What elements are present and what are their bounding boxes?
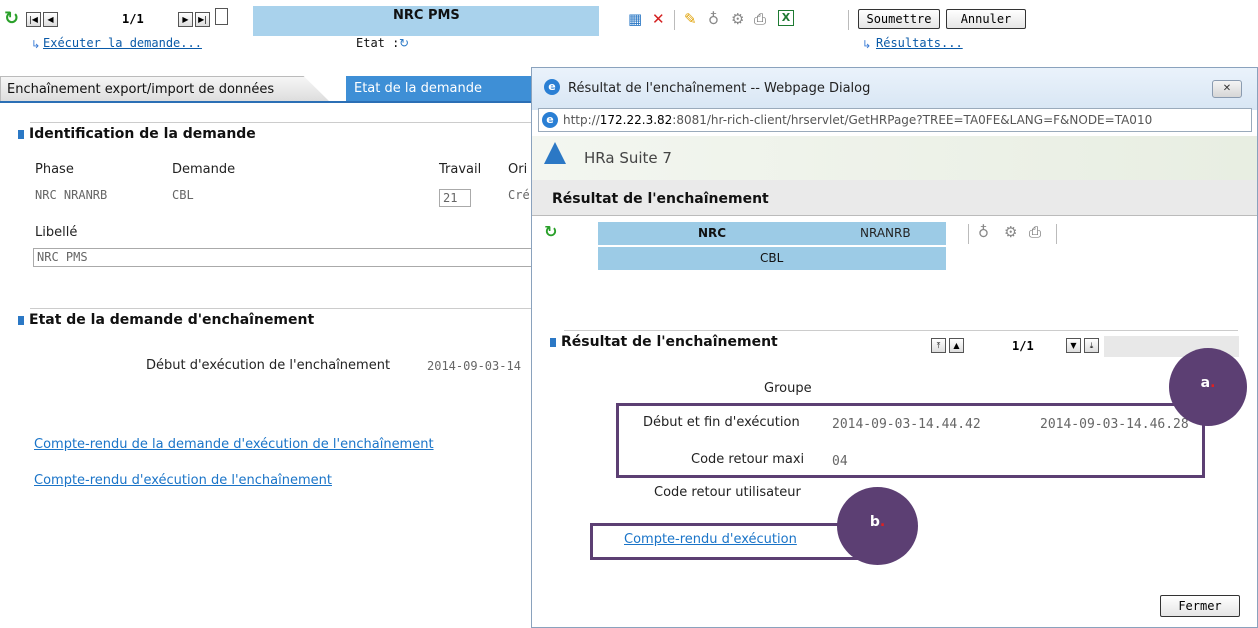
settings-icon[interactable]: ⚙: [731, 10, 744, 28]
address-bar[interactable]: e http://172.22.3.82:8081/hr-rich-client…: [538, 108, 1252, 132]
demande-label: Demande: [172, 162, 236, 177]
band-cbl: CBL: [760, 251, 784, 265]
separator: [968, 224, 969, 244]
band-nrc: NRC: [698, 226, 727, 240]
prev-page-button[interactable]: ▲: [949, 338, 964, 353]
section-bullet-icon: [550, 338, 556, 347]
report-execution-link[interactable]: Compte-rendu d'exécution de l'enchaîneme…: [34, 473, 332, 488]
submit-button[interactable]: Soumettre: [858, 9, 940, 29]
settings-icon[interactable]: ⚙: [1004, 223, 1017, 241]
section-bullet-icon: [18, 130, 24, 139]
tab-label: Etat de la demande: [354, 81, 482, 96]
result-section-title: Résultat de l'enchaînement: [550, 334, 778, 350]
brand-header: HRa Suite 7: [532, 136, 1257, 180]
results-link[interactable]: Résultats...: [876, 36, 963, 50]
section-rule: [564, 330, 1238, 331]
last-page-button[interactable]: ⤓: [1084, 338, 1099, 353]
title-band: NRC PMS: [253, 6, 599, 36]
ie-address-icon: e: [542, 112, 558, 128]
first-page-button[interactable]: |◀: [26, 12, 41, 27]
delete-icon[interactable]: ✕: [652, 10, 665, 28]
state-label: Etat :: [356, 36, 400, 50]
new-document-icon[interactable]: [215, 8, 228, 25]
phase-label: Phase: [35, 162, 74, 177]
dialog-titlebar: e Résultat de l'enchaînement -- Webpage …: [532, 68, 1257, 110]
highlight-box-a: [616, 403, 1205, 478]
magic-wand-icon[interactable]: ✎: [684, 10, 697, 28]
etat-title: Etat de la demande d'enchaînement: [18, 312, 314, 328]
url-text: http://172.22.3.82:8081/hr-rich-client/h…: [563, 113, 1153, 127]
phase-value: NRC NRANRB: [35, 188, 108, 202]
debut-value: 2014-09-03-14: [427, 359, 521, 373]
tab-label: Enchaînement export/import de données: [7, 82, 275, 97]
tab-export-import[interactable]: Enchaînement export/import de données: [0, 76, 330, 102]
travail-field: 21: [439, 189, 471, 207]
page-indicator: 1/1: [122, 12, 144, 26]
groupe-label: Groupe: [764, 381, 812, 396]
main-toolbar: ↻ |◀ ◀ 1/1 ▶ ▶| NRC PMS ▦ ✕ ✎ ♁ ⚙ ⎙ X So…: [0, 0, 1258, 72]
prev-page-button[interactable]: ◀: [43, 12, 58, 27]
section-rule: [30, 308, 531, 309]
refresh-icon[interactable]: ↻: [4, 8, 19, 29]
separator: [1056, 224, 1057, 244]
results-arrow-icon: ↳: [862, 38, 872, 51]
next-page-button[interactable]: ▼: [1066, 338, 1081, 353]
section-rule: [30, 122, 531, 123]
dialog-close-icon[interactable]: ✕: [1212, 80, 1242, 98]
libelle-label: Libellé: [35, 225, 78, 240]
travail-label: Travail: [439, 162, 482, 177]
cancel-button[interactable]: Annuler: [946, 9, 1026, 29]
lightbulb-icon[interactable]: ♁: [708, 10, 719, 28]
dialog-header: Résultat de l'enchaînement: [532, 180, 1257, 216]
dialog-title: Résultat de l'enchaînement -- Webpage Di…: [568, 81, 871, 96]
origin-label: Ori: [508, 162, 528, 177]
demande-value: CBL: [172, 188, 194, 202]
execute-arrow-icon: ↳: [31, 38, 41, 51]
tab-underline: [0, 101, 531, 103]
close-button[interactable]: Fermer: [1160, 595, 1240, 617]
tab-etat-demande[interactable]: Etat de la demande: [346, 76, 531, 102]
debut-label: Début d'exécution de l'enchaînement: [146, 358, 391, 373]
brand-name: HRa Suite 7: [584, 149, 672, 167]
info-band: NRC NRANRB CBL: [598, 222, 946, 270]
state-refresh-icon: ↻: [399, 36, 410, 50]
dialog-refresh-icon[interactable]: ↻: [544, 222, 557, 241]
pager-indicator: 1/1: [1012, 339, 1034, 353]
origin-value: Cré: [508, 188, 530, 202]
section-bullet-icon: [18, 316, 24, 325]
excel-icon[interactable]: X: [778, 10, 794, 26]
annotation-b: b.: [837, 487, 918, 565]
annotation-a: a.: [1169, 348, 1247, 426]
band-nranrb: NRANRB: [860, 226, 911, 240]
libelle-field[interactable]: NRC PMS: [33, 248, 533, 267]
record-title: NRC PMS: [393, 8, 460, 23]
lightbulb-icon[interactable]: ♁: [978, 223, 989, 241]
next-page-button[interactable]: ▶: [178, 12, 193, 27]
result-dialog: e Résultat de l'enchaînement -- Webpage …: [531, 67, 1258, 628]
code-retour-user-label: Code retour utilisateur: [654, 485, 801, 500]
brand-logo-icon: [544, 142, 566, 164]
ie-icon: e: [544, 79, 560, 95]
dialog-header-title: Résultat de l'enchaînement: [552, 191, 769, 207]
execute-link[interactable]: Exécuter la demande...: [43, 36, 202, 50]
highlight-box-b: [590, 523, 861, 560]
last-page-button[interactable]: ▶|: [195, 12, 210, 27]
grid-icon[interactable]: ▦: [628, 10, 642, 28]
separator: [674, 10, 675, 30]
print-icon[interactable]: ⎙: [754, 10, 766, 28]
first-page-button[interactable]: ⤒: [931, 338, 946, 353]
report-request-link[interactable]: Compte-rendu de la demande d'exécution d…: [34, 437, 434, 452]
identification-title: Identification de la demande: [18, 126, 256, 142]
separator: [848, 10, 849, 30]
print-icon[interactable]: ⎙: [1029, 223, 1041, 241]
